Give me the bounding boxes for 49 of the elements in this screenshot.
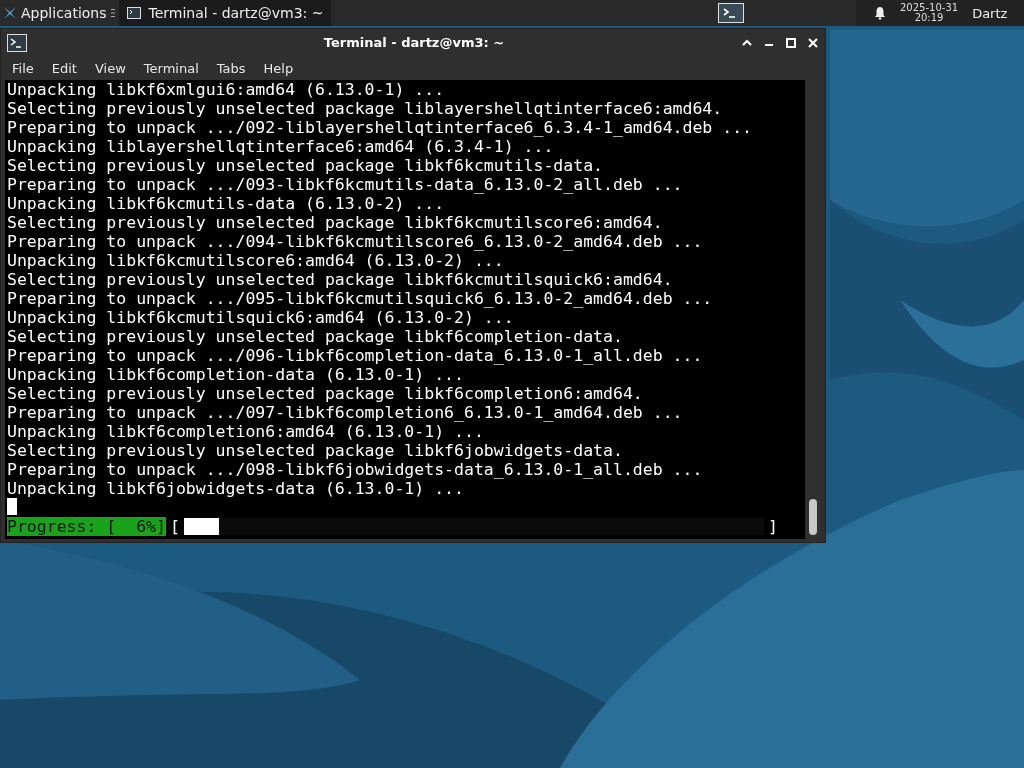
- terminal-line: Selecting previously unselected package libkf6kcmutils-data.: [7, 156, 605, 175]
- user-name[interactable]: Dartz: [972, 5, 1008, 21]
- terminal-line: Preparing to unpack .../094-libkf6kcmutilscore6_6.13.0-2_amd64.deb ...: [7, 232, 704, 251]
- close-icon[interactable]: [807, 36, 819, 49]
- terminal-line: Preparing to unpack .../093-libkf6kcmutils-data_6.13.0-2_all.deb ...: [7, 175, 684, 194]
- terminal-line: Unpacking libkf6completion6:amd64 (6.13.0-1) ...: [7, 422, 485, 441]
- menu-item[interactable]: File: [3, 60, 43, 76]
- terminal-icon[interactable]: [7, 33, 27, 52]
- terminal-line: Selecting previously unselected package liblayershellqtinterface6:amd64.: [7, 99, 724, 118]
- terminal-line: Preparing to unpack .../092-liblayershellqtinterface6_6.3.4-1_amd64.deb ...: [7, 118, 754, 137]
- terminal-line: Preparing to unpack .../095-libkf6kcmutilsquick6_6.13.0-2_amd64.deb ...: [7, 289, 714, 308]
- terminal-line: Preparing to unpack .../098-libkf6jobwidgets-data_6.13.0-1_all.deb ...: [7, 460, 704, 479]
- terminal-line: Selecting previously unselected package libkf6completion6:amd64.: [7, 384, 644, 403]
- terminal-line: Preparing to unpack .../097-libkf6completion6_6.13.0-1_amd64.deb ...: [7, 403, 684, 422]
- menu-item[interactable]: Terminal: [134, 60, 208, 76]
- terminal-line: Selecting previously unselected package libkf6kcmutilscore6:amd64.: [7, 213, 664, 232]
- terminal-line: Unpacking libkf6completion-data (6.13.0-1) ...: [7, 365, 465, 384]
- menu-item[interactable]: Help: [254, 60, 303, 76]
- scrollbar-thumb[interactable]: [809, 499, 817, 535]
- applications-label: Applications: [21, 5, 107, 21]
- notification-bell-icon[interactable]: [874, 6, 886, 20]
- window-title: Terminal - dartz@vm3: ~: [322, 35, 506, 50]
- drag-handle-icon: [110, 8, 115, 18]
- terminal-line: Unpacking libkf6jobwidgets-data (6.13.0-1) ...: [7, 479, 465, 498]
- terminal-line: Unpacking libkf6kcmutilsquick6:amd64 (6.13.0-2) ...: [7, 308, 515, 327]
- apps-logo-icon: [2, 5, 18, 21]
- terminal-line: Unpacking libkf6kcmutilscore6:amd64 (6.13.0-2) ...: [7, 251, 505, 270]
- terminal-line: Unpacking libkf6kcmutils-data (6.13.0-2) ...: [7, 194, 446, 213]
- terminal-line: Unpacking liblayershellqtinterface6:amd64 (6.3.4-1) ...: [7, 137, 555, 156]
- terminal-line: Selecting previously unselected package libkf6jobwidgets-data.: [7, 441, 624, 460]
- clock[interactable]: 2025-10-31 20:19: [900, 3, 959, 23]
- text-cursor: [7, 498, 17, 515]
- progress-close-bracket: ]: [767, 517, 778, 536]
- applications-menu[interactable]: Applications: [0, 5, 107, 21]
- terminal-launcher-icon[interactable]: [718, 3, 744, 23]
- maximize-icon[interactable]: [785, 36, 797, 49]
- terminal-line: Selecting previously unselected package libkf6kcmutilsquick6:amd64.: [7, 270, 674, 289]
- taskbar-button[interactable]: Terminal - dartz@vm3: ~: [118, 0, 332, 26]
- terminal-line: Selecting previously unselected package libkf6completion-data.: [7, 327, 624, 346]
- progress-open-bracket: [: [169, 517, 180, 536]
- clock-date: 2025-10-31: [900, 3, 959, 13]
- menu-item[interactable]: View: [85, 60, 135, 76]
- clock-time: 20:19: [914, 13, 944, 23]
- terminal-line: Unpacking libkf6xmlgui6:amd64 (6.13.0-1) ...: [7, 80, 446, 99]
- terminal-icon: [126, 7, 141, 19]
- progress-label: Progress: [ 6%]: [7, 517, 166, 536]
- terminal-line: Preparing to unpack .../096-libkf6completion-data_6.13.0-1_all.deb ...: [7, 346, 704, 365]
- menu-item[interactable]: Edit: [42, 60, 86, 76]
- menu-item[interactable]: Tabs: [207, 60, 255, 76]
